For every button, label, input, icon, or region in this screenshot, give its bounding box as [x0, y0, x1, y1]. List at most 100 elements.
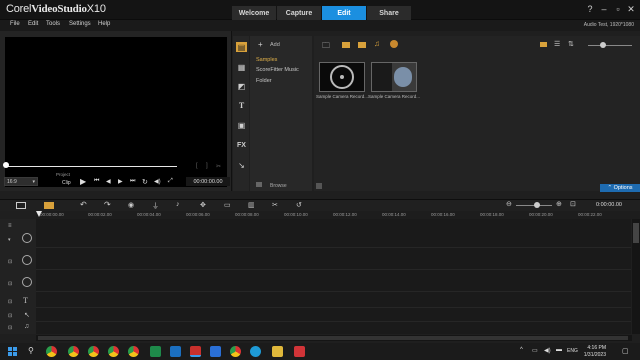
media-thumbnail[interactable] — [371, 62, 417, 92]
app-icon[interactable] — [170, 346, 181, 357]
time-remapping-icon[interactable]: ✂ — [272, 201, 278, 209]
track-options-icon[interactable]: ≡ — [8, 223, 12, 229]
show-audio-icon[interactable]: ♫ — [374, 39, 380, 48]
volume-icon[interactable]: ◀) — [544, 347, 551, 354]
tab-share[interactable]: Share — [367, 6, 411, 20]
face-index-icon[interactable] — [390, 40, 398, 48]
instant-project-icon[interactable]: ▦ — [236, 62, 247, 72]
notifications-icon[interactable]: ▢ — [622, 347, 629, 355]
clock-time[interactable]: 4:16 PM — [587, 345, 606, 351]
list-view-icon[interactable]: ☰ — [554, 40, 560, 48]
show-photos-icon[interactable] — [358, 42, 366, 48]
file-explorer-icon[interactable] — [272, 346, 283, 357]
media-thumbnail[interactable] — [319, 62, 365, 92]
mark-in-icon[interactable]: [ — [196, 163, 198, 169]
scrubber-handle[interactable] — [3, 162, 9, 168]
videostudio-taskbar-icon[interactable] — [190, 346, 201, 357]
language-indicator[interactable]: ENG — [567, 348, 578, 354]
next-frame-icon[interactable]: ▶ — [118, 178, 123, 185]
title-icon[interactable]: T — [236, 100, 247, 110]
menu-help[interactable]: Help — [98, 21, 110, 27]
scrollbar-thumb[interactable] — [38, 336, 628, 340]
app-icon[interactable] — [150, 346, 161, 357]
motion-path-icon[interactable]: ↺ — [296, 201, 302, 209]
redo-icon[interactable]: ↷ — [104, 200, 111, 209]
close-icon[interactable]: ✕ — [625, 3, 637, 15]
scrollbar-thumb[interactable] — [633, 223, 639, 243]
help-icon[interactable]: ? — [584, 3, 596, 15]
lock-icon[interactable]: ⊡ — [8, 313, 12, 319]
home-icon[interactable]: ⏮ — [94, 178, 99, 185]
battery-icon[interactable]: ▬ — [556, 347, 562, 353]
tab-capture[interactable]: Capture — [277, 6, 321, 20]
lock-icon[interactable]: ⊡ — [8, 299, 12, 305]
import-folder-icon[interactable]: 🗀 — [322, 40, 330, 54]
lock-icon[interactable]: ⊡ — [8, 325, 12, 331]
clock-date[interactable]: 1/31/2023 — [584, 352, 606, 358]
thumbnail-size-handle[interactable] — [600, 42, 606, 48]
subtitle-editor-icon[interactable]: ▭ — [224, 201, 231, 209]
maximize-icon[interactable]: ▫ — [612, 3, 624, 15]
app-icon[interactable] — [294, 346, 305, 357]
thumbnail-view-icon[interactable] — [540, 42, 547, 47]
tab-edit[interactable]: Edit — [322, 6, 366, 20]
fx-icon[interactable]: FX — [236, 140, 247, 150]
minimize-icon[interactable]: – — [598, 3, 610, 15]
path-icon[interactable]: ↘ — [236, 160, 247, 170]
play-icon[interactable]: ▶ — [80, 177, 86, 186]
timecode-display[interactable]: 00:00:00.00 — [186, 177, 230, 186]
previous-frame-icon[interactable]: ◀ — [106, 178, 111, 185]
sort-icon[interactable]: ⇅ — [568, 40, 574, 48]
undo-icon[interactable]: ↶ — [80, 200, 87, 209]
end-icon[interactable]: ⏭ — [130, 178, 135, 185]
nav-item-scorefitter-music[interactable]: ScoreFitter Music — [256, 67, 299, 73]
record-capture-icon[interactable]: ◉ — [128, 201, 134, 209]
timeline-view-icon[interactable] — [44, 202, 54, 209]
nav-item-samples[interactable]: Samples — [256, 57, 277, 63]
sound-mixer-icon[interactable]: ⏚ — [152, 201, 159, 211]
repeat-icon[interactable]: ↻ — [142, 178, 148, 186]
show-videos-icon[interactable] — [342, 42, 350, 48]
windows-start-icon[interactable] — [8, 347, 17, 356]
search-icon[interactable]: ⚲ — [28, 346, 34, 355]
enlarge-icon[interactable]: ⤢ — [168, 178, 173, 185]
lock-icon[interactable]: ⊡ — [8, 259, 12, 265]
zoom-handle[interactable] — [534, 202, 540, 208]
project-mode-label[interactable]: Project — [56, 172, 70, 177]
media-icon[interactable]: ▤ — [236, 42, 247, 52]
graphic-icon[interactable]: ▣ — [236, 120, 247, 130]
add-folder-label[interactable]: Add — [270, 42, 280, 48]
motion-tracking-icon[interactable]: ✥ — [200, 201, 206, 209]
timeline-horizontal-scrollbar[interactable] — [36, 335, 632, 341]
chrome-icon[interactable] — [230, 346, 241, 357]
browse-label[interactable]: Browse — [270, 183, 287, 189]
scrubber-track[interactable] — [5, 166, 177, 167]
collapse-icon[interactable] — [316, 183, 322, 189]
timeline-ruler[interactable]: 00:00:00.00 00:00:02.00 00:00:04.00 00:0… — [36, 211, 640, 219]
network-icon[interactable]: ▭ — [532, 347, 538, 354]
transition-icon[interactable]: ◩ — [236, 81, 247, 91]
chrome-icon[interactable] — [128, 346, 139, 357]
chrome-icon[interactable] — [68, 346, 79, 357]
split-icon[interactable]: ✂ — [216, 163, 221, 170]
volume-icon[interactable]: ◀) — [154, 178, 161, 185]
thumbnail-size-slider[interactable] — [588, 45, 632, 46]
lock-icon[interactable]: ⊡ — [8, 281, 12, 287]
menu-settings[interactable]: Settings — [69, 21, 91, 27]
chrome-icon[interactable] — [88, 346, 99, 357]
options-button[interactable]: ⌃ Options — [600, 184, 640, 192]
menu-edit[interactable]: Edit — [28, 21, 38, 27]
lock-icon[interactable]: ▾ — [8, 237, 11, 243]
add-icon[interactable]: + — [258, 40, 263, 49]
fit-project-icon[interactable]: ⊡ — [570, 200, 576, 208]
tab-welcome[interactable]: Welcome — [232, 6, 276, 20]
clip-mode-label[interactable]: Clip — [62, 180, 71, 186]
aspect-select[interactable]: 16:9 ▾ — [4, 177, 38, 186]
chrome-icon[interactable] — [46, 346, 57, 357]
app-icon[interactable] — [210, 346, 221, 357]
nav-item-folder[interactable]: Folder — [256, 78, 272, 84]
zoom-in-icon[interactable]: ⊕ — [556, 200, 562, 208]
chrome-icon[interactable] — [108, 346, 119, 357]
tray-chevron-icon[interactable]: ^ — [520, 347, 523, 353]
multi-camera-icon[interactable]: ▥ — [248, 201, 255, 209]
